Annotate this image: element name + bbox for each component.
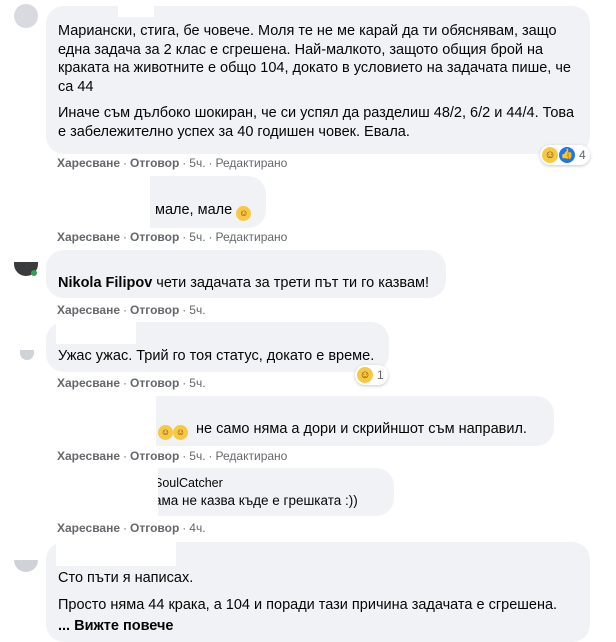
- see-more-link[interactable]: ... Вижте повече: [58, 618, 174, 634]
- timestamp[interactable]: 4ч.: [189, 521, 205, 535]
- like-link[interactable]: Харесване: [57, 376, 120, 390]
- timestamp[interactable]: 5ч.: [189, 230, 205, 244]
- reply-link[interactable]: Отговор: [130, 303, 179, 317]
- name-redaction: [46, 396, 156, 446]
- comment-actions: Харесване · Отговор · 5ч. · Редактирано: [57, 230, 288, 244]
- like-link[interactable]: Харесване: [57, 303, 120, 317]
- reply-link[interactable]: Отговор: [130, 521, 179, 535]
- reaction-count: 1: [377, 368, 384, 382]
- avatar[interactable]: [20, 350, 34, 360]
- comment-text: Ужас ужас. Трий го тоя статус, докато е …: [58, 348, 375, 364]
- timestamp[interactable]: 5ч.: [189, 303, 205, 317]
- comment-actions: Харесване · Отговор · 5ч. · Редактирано: [57, 156, 288, 170]
- comment-text: не само няма а дори и скрийншот съм напр…: [196, 421, 527, 437]
- like-link[interactable]: Харесване: [57, 156, 120, 170]
- comment-text: чети задачата за трети път ти го казвам!: [156, 275, 430, 291]
- avatar[interactable]: [14, 4, 38, 28]
- edited-label[interactable]: Редактирано: [216, 156, 288, 170]
- comment-actions: Харесване · Отговор · 5ч.: [57, 376, 206, 390]
- reply-link[interactable]: Отговор: [130, 230, 179, 244]
- like-link[interactable]: Харесване: [57, 230, 120, 244]
- comment-bubble: Мариански, стига, бе човече. Моля те не …: [46, 6, 590, 154]
- comment-text: Мариански, стига, бе човече. Моля те не …: [58, 23, 571, 95]
- name-redaction: [56, 322, 136, 344]
- like-reaction-icon: 👍: [559, 147, 575, 163]
- crying-laughing-emoji-icon: ☺: [173, 424, 188, 440]
- comment-text: мале, мале: [155, 202, 233, 218]
- comment-author[interactable]: Nikola Filipov: [58, 275, 152, 291]
- reply-link[interactable]: Отговор: [130, 449, 179, 463]
- reaction-summary[interactable]: ☺ 👍 4: [540, 145, 590, 165]
- reply-link[interactable]: Отговор: [130, 156, 179, 170]
- reply-link[interactable]: Отговор: [130, 376, 179, 390]
- timestamp[interactable]: 5ч.: [189, 376, 205, 390]
- comment-actions: Харесване · Отговор · 5ч.: [57, 303, 206, 317]
- comment-text: ама не казва къде е грешката :)): [154, 493, 358, 508]
- online-status-dot: [31, 270, 37, 276]
- edited-label[interactable]: Редактирано: [216, 230, 288, 244]
- name-redaction: [56, 542, 176, 566]
- like-link[interactable]: Харесване: [57, 521, 120, 535]
- timestamp[interactable]: 5ч.: [189, 156, 205, 170]
- name-redaction: [46, 468, 158, 516]
- comment-bubble: Nikola Filipov чети задачата за трети пъ…: [46, 250, 446, 298]
- quoted-author[interactable]: SoulCatcher: [154, 474, 394, 492]
- reaction-count: 4: [579, 148, 586, 162]
- timestamp[interactable]: 5ч.: [189, 449, 205, 463]
- flushed-emoji-icon: ☺: [236, 205, 252, 221]
- comment-actions: Харесване · Отговор · 4ч.: [57, 521, 206, 535]
- name-redaction: [46, 176, 150, 228]
- comment-actions: Харесване · Отговор · 5ч. · Редактирано: [57, 449, 288, 463]
- name-redaction: [118, 0, 154, 17]
- comment-text: Просто няма 44 крака, а 104 и поради таз…: [58, 596, 558, 613]
- haha-reaction-icon: ☺: [357, 367, 373, 383]
- like-link[interactable]: Харесване: [57, 449, 120, 463]
- comment-text: Иначе съм дълбоко шокиран, че си успял д…: [58, 105, 575, 140]
- avatar[interactable]: [14, 560, 38, 572]
- reaction-summary[interactable]: ☺ 1: [355, 365, 388, 385]
- edited-label[interactable]: Редактирано: [216, 449, 288, 463]
- haha-reaction-icon: ☺: [542, 147, 558, 163]
- comment-text: Сто пъти я написах.: [58, 570, 194, 586]
- laughing-emoji-icon: ☺: [158, 424, 173, 440]
